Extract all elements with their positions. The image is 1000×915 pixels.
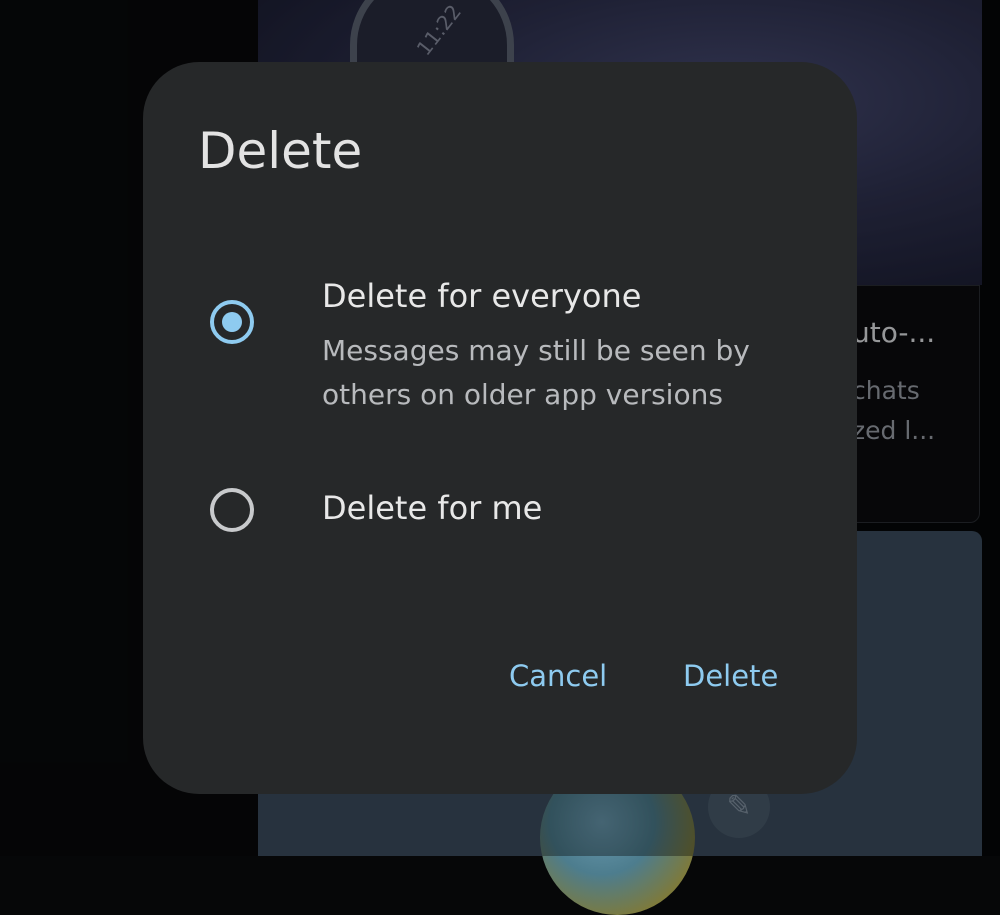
delete-button[interactable]: Delete bbox=[683, 659, 778, 693]
dialog-title: Delete bbox=[198, 122, 363, 180]
radio-selected-icon[interactable] bbox=[210, 300, 254, 344]
delete-dialog: Delete Delete for everyone Messages may … bbox=[143, 62, 857, 794]
option-label: Delete for everyone bbox=[322, 277, 642, 315]
option-label: Delete for me bbox=[322, 489, 543, 527]
cancel-button[interactable]: Cancel bbox=[509, 659, 607, 693]
option-delete-for-everyone[interactable]: Delete for everyone Messages may still b… bbox=[183, 267, 823, 417]
option-description: Messages may still be seen by others on … bbox=[322, 334, 750, 411]
radio-unselected-icon[interactable] bbox=[210, 488, 254, 532]
option-delete-for-me[interactable]: Delete for me bbox=[183, 477, 823, 547]
